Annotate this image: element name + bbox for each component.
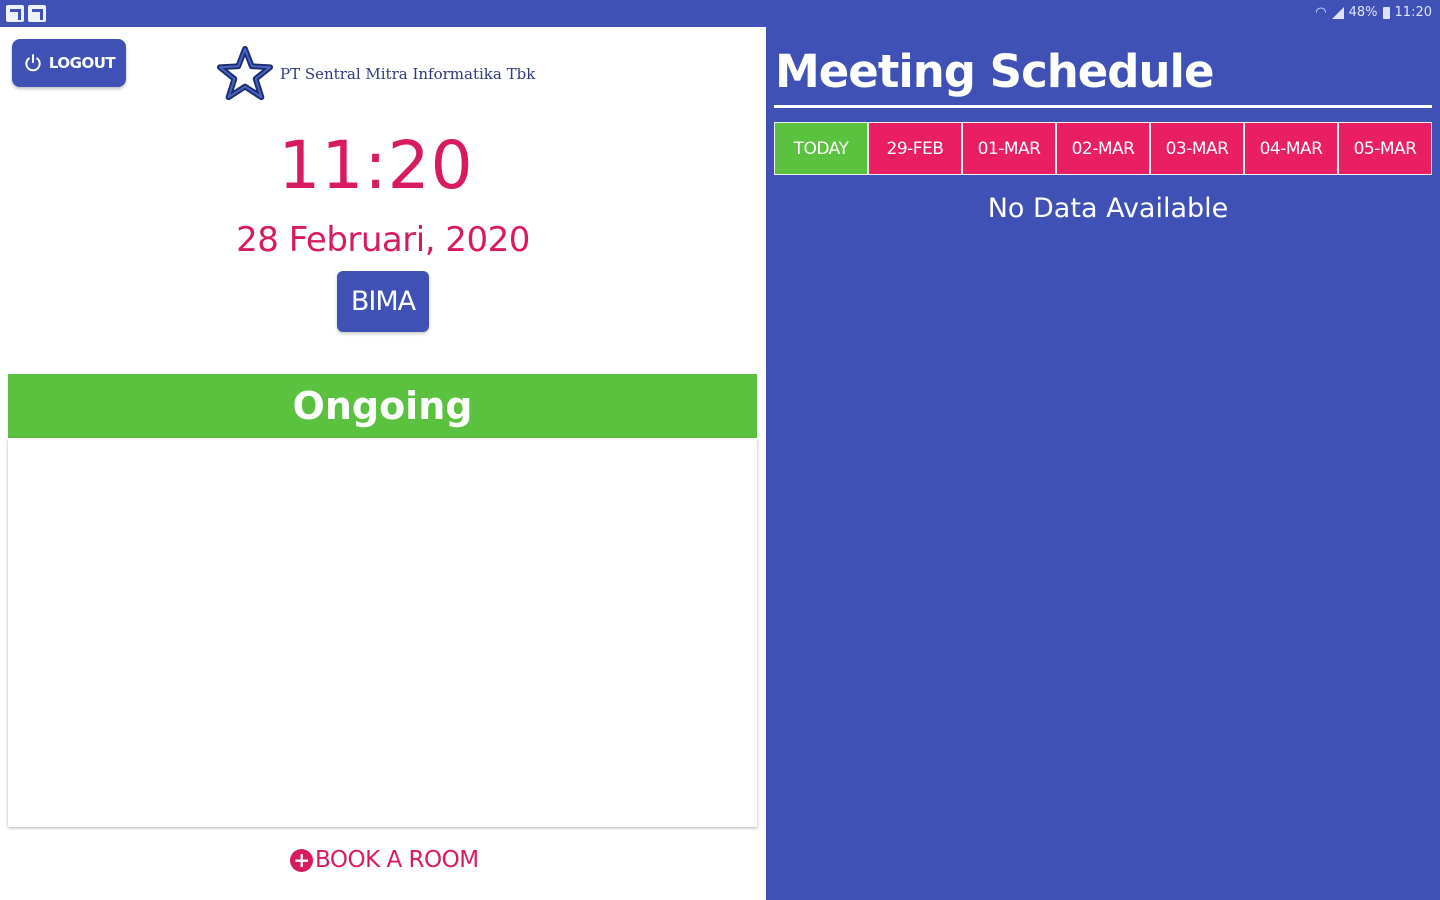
wifi-icon: ◠ <box>1315 5 1327 20</box>
tab-04-mar[interactable]: 04-MAR <box>1245 123 1337 174</box>
system-status: ◠ 48% 11:20 <box>1315 5 1432 20</box>
power-icon <box>25 54 41 72</box>
schedule-panel: Meeting Schedule TODAY 29-FEB 01-MAR 02-… <box>766 27 1440 900</box>
current-time: 11:20 <box>278 127 474 204</box>
tab-02-mar[interactable]: 02-MAR <box>1057 123 1149 174</box>
logout-label: LOGOUT <box>48 54 116 72</box>
notification-app-icon <box>6 5 24 22</box>
status-time: 11:20 <box>1394 5 1432 20</box>
empty-state-message: No Data Available <box>987 193 1229 224</box>
company-name: PT Sentral Mitra Informatika Tbk <box>280 65 536 83</box>
current-date: 28 Februari, 2020 <box>236 220 530 260</box>
title-divider <box>774 105 1432 108</box>
company-branding: PT Sentral Mitra Informatika Tbk <box>216 45 535 103</box>
battery-icon <box>1382 6 1390 19</box>
signal-icon <box>1331 6 1344 19</box>
logout-button[interactable]: LOGOUT <box>12 39 126 87</box>
tab-05-mar[interactable]: 05-MAR <box>1339 123 1431 174</box>
plus-circle-icon: + <box>290 848 313 872</box>
tab-29-feb[interactable]: 29-FEB <box>869 123 961 174</box>
star-logo-icon <box>216 45 274 101</box>
book-room-label: BOOK A ROOM <box>315 847 479 873</box>
tab-03-mar[interactable]: 03-MAR <box>1151 123 1243 174</box>
book-room-button[interactable]: + BOOK A ROOM <box>290 847 479 873</box>
notification-icons <box>6 5 46 22</box>
status-bar: ◠ 48% 11:20 <box>0 0 1440 27</box>
notification-app-icon <box>28 5 46 22</box>
tab-01-mar[interactable]: 01-MAR <box>963 123 1055 174</box>
ongoing-meeting-area <box>8 438 757 827</box>
schedule-title: Meeting Schedule <box>775 45 1215 98</box>
tab-today[interactable]: TODAY <box>775 123 867 174</box>
day-tabs: TODAY 29-FEB 01-MAR 02-MAR 03-MAR 04-MAR… <box>774 122 1432 175</box>
room-panel: LOGOUT PT Sentral Mitra Informatika Tbk … <box>0 27 766 900</box>
battery-percent: 48% <box>1348 5 1378 20</box>
room-name-badge: BIMA <box>337 271 429 332</box>
ongoing-header: Ongoing <box>8 374 757 438</box>
